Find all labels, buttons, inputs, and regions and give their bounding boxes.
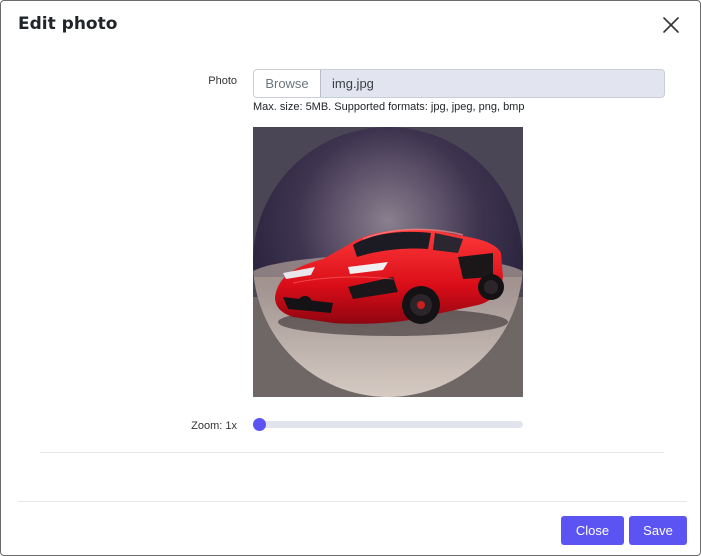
close-icon[interactable] <box>659 14 683 38</box>
zoom-slider-thumb[interactable] <box>253 418 266 431</box>
close-button[interactable]: Close <box>561 516 624 545</box>
browse-button[interactable]: Browse <box>254 70 321 97</box>
modal-header: Edit photo <box>1 1 700 51</box>
edit-photo-modal: Edit photo Photo Browse img.jpg Max. siz… <box>0 0 701 556</box>
car-photo <box>253 127 523 397</box>
modal-title: Edit photo <box>18 14 118 34</box>
photo-help-text: Max. size: 5MB. Supported formats: jpg, … <box>253 101 525 113</box>
file-name: img.jpg <box>332 76 374 91</box>
photo-file-input[interactable]: Browse img.jpg <box>253 69 665 98</box>
zoom-label: Zoom: 1x <box>191 420 237 432</box>
section-divider <box>40 452 664 453</box>
save-button[interactable]: Save <box>629 516 687 545</box>
footer-divider <box>18 501 687 502</box>
photo-label: Photo <box>208 75 237 87</box>
zoom-slider-track[interactable] <box>253 421 523 428</box>
photo-crop-preview[interactable] <box>253 127 523 397</box>
